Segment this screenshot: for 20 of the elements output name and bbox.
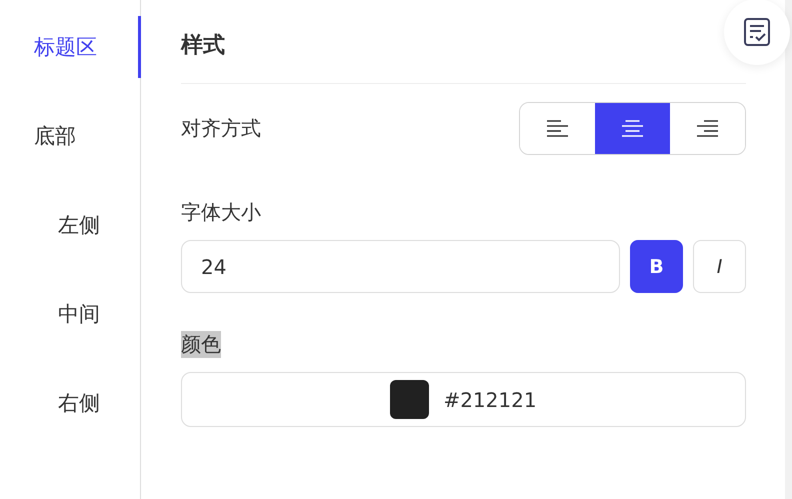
color-value: #212121	[443, 388, 537, 412]
checklist-icon	[744, 18, 770, 46]
sidebar-item[interactable]: 中间	[0, 283, 141, 345]
sidebar-item[interactable]: 标题区	[0, 16, 141, 78]
sidebar-item[interactable]: 左侧	[0, 194, 141, 256]
color-field[interactable]: #212121	[181, 372, 746, 427]
color-swatch	[390, 380, 430, 419]
sidebar-item[interactable]: 底部	[0, 105, 141, 167]
font-size-field[interactable]: 24	[181, 240, 620, 293]
bold-button[interactable]: B	[630, 240, 683, 293]
alignment-label: 对齐方式	[181, 115, 261, 142]
alignment-button[interactable]	[595, 103, 670, 154]
font-size-label: 字体大小	[181, 199, 261, 226]
sidebar-item[interactable]: 右侧	[0, 372, 141, 434]
color-label: 颜色	[181, 331, 221, 358]
align-left-icon	[547, 120, 568, 137]
italic-button[interactable]: I	[693, 240, 746, 293]
align-center-icon	[622, 120, 643, 137]
align-right-icon	[697, 120, 718, 137]
scrollbar[interactable]	[785, 0, 792, 499]
